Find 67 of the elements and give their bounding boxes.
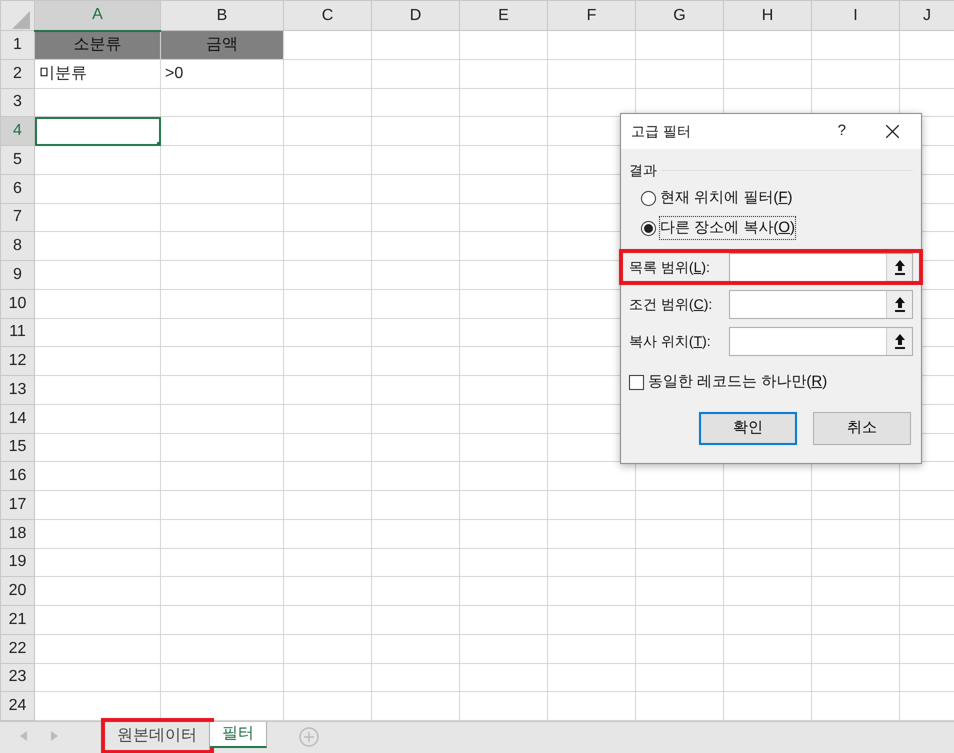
row-header[interactable]: 12 [0,346,34,376]
upload-arrow-icon [894,334,906,348]
row-header[interactable]: 3 [0,88,34,117]
column-header[interactable]: B [160,0,284,30]
radio-label: 다른 장소에 복사(O) [660,216,796,240]
column-header[interactable]: E [460,0,548,30]
header-cell: 소분류 [34,30,160,60]
range-picker-button[interactable] [886,328,912,354]
column-header[interactable]: G [636,0,724,30]
upload-arrow-icon [894,296,906,312]
row-header[interactable]: 16 [0,462,34,490]
range-field[interactable] [729,252,913,282]
range-picker-button[interactable] [886,290,912,318]
row-header[interactable]: 23 [0,663,34,692]
row-header[interactable]: 1 [0,30,34,60]
column-header[interactable]: I [812,0,900,30]
row-header[interactable]: 8 [0,232,34,260]
radio-button[interactable] [641,220,656,236]
row-header[interactable]: 19 [0,548,34,577]
table-cell: >0 [160,59,284,88]
range-field[interactable] [729,290,913,318]
radio-button[interactable] [641,190,656,206]
field-label: 목록 범위(L): [629,258,710,277]
row-header[interactable]: 21 [0,606,34,634]
dialog-button[interactable]: 확인 [699,412,797,444]
row-header[interactable]: 7 [0,203,34,232]
range-picker-button[interactable] [886,254,912,280]
close-button[interactable] [886,125,899,138]
radio-label: 현재 위치에 필터(F) [660,188,793,208]
row-header[interactable]: 11 [0,318,34,347]
field-label: 복사 위치(T): [629,332,711,351]
column-header[interactable]: C [284,0,372,30]
row-header[interactable]: 2 [0,59,34,88]
column-header[interactable]: D [372,0,460,30]
dialog-button[interactable]: 취소 [813,412,911,444]
help-button[interactable]: ? [838,120,846,143]
row-header[interactable]: 13 [0,376,34,404]
row-header[interactable]: 6 [0,174,34,203]
active-cell[interactable] [34,116,160,146]
checkbox-label: 동일한 레코드는 하나만(R) [648,372,828,392]
radio-option[interactable]: 현재 위치에 필터(F) [641,183,913,213]
row-header[interactable]: 10 [0,289,34,318]
row-header[interactable]: 24 [0,692,34,720]
row-header[interactable]: 18 [0,519,34,548]
upload-arrow-icon [894,260,906,274]
row-header[interactable]: 17 [0,490,34,520]
group-label: 결과 [629,160,657,180]
sheet-tab[interactable]: 필터 [210,722,267,748]
dialog-title: 고급 필터 [631,122,691,141]
column-header[interactable]: J [900,0,954,30]
row-header[interactable]: 20 [0,576,34,606]
row-header[interactable]: 15 [0,433,34,462]
column-header[interactable]: A [34,0,160,30]
column-header[interactable]: F [548,0,636,30]
checkbox[interactable] [629,374,644,390]
table-cell: 미분류 [34,59,160,88]
row-header[interactable]: 5 [0,146,34,174]
field-label: 조건 범위(C): [629,294,712,314]
checkbox-option[interactable]: 동일한 레코드는 하나만(R) [629,371,913,394]
column-header[interactable]: H [724,0,812,30]
radio-option[interactable]: 다른 장소에 복사(O) [641,213,913,243]
row-header[interactable]: 9 [0,260,34,290]
row-header[interactable]: 14 [0,404,34,433]
row-header[interactable]: 22 [0,634,34,663]
header-cell: 금액 [160,30,284,60]
range-field[interactable] [729,326,913,356]
row-header[interactable]: 4 [0,116,34,146]
